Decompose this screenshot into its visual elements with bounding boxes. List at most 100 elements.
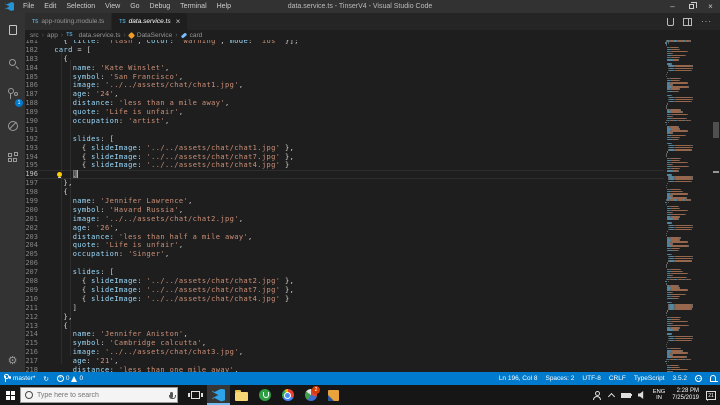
- microphone-icon[interactable]: [168, 392, 176, 399]
- code-line-202[interactable]: 202 age: '26',: [25, 224, 664, 233]
- code-line-198[interactable]: 198 {: [25, 188, 664, 197]
- code-line-213[interactable]: 213 {: [25, 322, 664, 331]
- sidebar-item-source-control[interactable]: 1: [0, 79, 25, 109]
- code-line-197[interactable]: 197 },: [25, 179, 664, 188]
- code-line-200[interactable]: 200 symbol: 'Havard Russia',: [25, 206, 664, 215]
- code-line-193[interactable]: 193 { slideImage: '../../assets/chat/cha…: [25, 144, 664, 153]
- status-item-5[interactable]: 3.5.2: [669, 372, 691, 385]
- status-item-3[interactable]: CRLF: [605, 372, 630, 385]
- code-line-208[interactable]: 208 { slideImage: '../../assets/chat/cha…: [25, 277, 664, 286]
- code-line-188[interactable]: 188 distance: 'less than a mile away',: [25, 99, 664, 108]
- code-line-212[interactable]: 212 },: [25, 313, 664, 322]
- status-item-0[interactable]: Ln 196, Col 8: [495, 372, 542, 385]
- code-line-191[interactable]: 191: [25, 126, 664, 135]
- code-line-186[interactable]: 186 image: '../../assets/chat/chat1.jpg'…: [25, 81, 664, 90]
- sidebar-item-explorer[interactable]: [0, 15, 25, 45]
- split-editor-icon[interactable]: [683, 17, 692, 26]
- code-line-206[interactable]: 206: [25, 259, 664, 268]
- code-line-201[interactable]: 201 image: '../../assets/chat/chat2.jpg'…: [25, 215, 664, 224]
- restore-button[interactable]: [682, 0, 701, 13]
- scrollbar-thumb[interactable]: [713, 122, 719, 138]
- code-line-189[interactable]: 189 quote: 'Life is unfair',: [25, 108, 664, 117]
- menu-terminal[interactable]: Terminal: [175, 0, 211, 13]
- taskbar-app-vscode[interactable]: [207, 385, 230, 405]
- hidden-icons-chevron-icon[interactable]: [607, 392, 615, 401]
- status-item-2[interactable]: UTF-8: [578, 372, 604, 385]
- code-line-204[interactable]: 204 quote: 'Life is unfair',: [25, 241, 664, 250]
- code-line-187[interactable]: 187 age: '24',: [25, 90, 664, 99]
- taskbar-app-file-explorer[interactable]: [230, 385, 253, 405]
- people-icon[interactable]: [593, 391, 602, 400]
- battery-icon[interactable]: [620, 392, 633, 398]
- menu-file[interactable]: File: [18, 0, 39, 13]
- breadcrumb-src[interactable]: src: [30, 32, 39, 39]
- settings-button[interactable]: ⚙: [0, 352, 25, 368]
- notifications-bell[interactable]: [706, 372, 720, 385]
- git-branch-status[interactable]: master*: [0, 372, 39, 385]
- code-line-209[interactable]: 209 { slideImage: '../../assets/chat/cha…: [25, 286, 664, 295]
- sidebar-item-debug[interactable]: [0, 111, 25, 141]
- taskbar-search[interactable]: [20, 387, 178, 403]
- breadcrumb-symbol[interactable]: card: [190, 32, 203, 39]
- code-line-216[interactable]: 216 image: '../../assets/chat/chat3.jpg'…: [25, 348, 664, 357]
- code-editor[interactable]: 181 { title: 'flash', color: 'warning', …: [25, 40, 720, 372]
- code-line-217[interactable]: 217 age: '21',: [25, 357, 664, 366]
- task-view-button[interactable]: [184, 385, 207, 405]
- tab-close-icon[interactable]: ×: [176, 17, 181, 26]
- code-line-214[interactable]: 214 name: 'Jennifer Aniston',: [25, 330, 664, 339]
- sidebar-item-search[interactable]: [0, 47, 25, 77]
- code-line-183[interactable]: 183 {: [25, 55, 664, 64]
- language-indicator[interactable]: ENG IN: [653, 389, 666, 402]
- sync-button[interactable]: ↻: [39, 372, 52, 385]
- tab-data-service[interactable]: TS data.service.ts ×: [112, 13, 188, 30]
- speaker-icon[interactable]: [637, 391, 644, 399]
- breadcrumb-file[interactable]: data.service.ts: [79, 32, 121, 39]
- status-item-1[interactable]: Spaces: 2: [541, 372, 578, 385]
- start-button[interactable]: [0, 385, 20, 405]
- breadcrumb-app[interactable]: app: [47, 32, 58, 39]
- taskbar-app-green-circle[interactable]: [253, 385, 276, 405]
- taskbar-app-orange[interactable]: [322, 385, 345, 405]
- menu-go[interactable]: Go: [125, 0, 144, 13]
- close-button[interactable]: ×: [701, 0, 720, 13]
- feedback-smiley[interactable]: [691, 372, 706, 385]
- line-number: 184: [25, 63, 38, 72]
- clock[interactable]: 2:28 PM 7/25/2019: [672, 388, 699, 402]
- code-line-192[interactable]: 192 slides: [: [25, 135, 664, 144]
- code-line-211[interactable]: 211 ]: [25, 304, 664, 313]
- code-line-199[interactable]: 199 name: 'Jennifer Lawrence',: [25, 197, 664, 206]
- sidebar-item-extensions[interactable]: [0, 143, 25, 173]
- code-line-215[interactable]: 215 symbol: 'Cambridge calcutta',: [25, 339, 664, 348]
- tab-app-routing-module[interactable]: TS app-routing.module.ts: [25, 13, 112, 30]
- code-line-194[interactable]: 194 { slideImage: '../../assets/chat/cha…: [25, 153, 664, 162]
- code-line-195[interactable]: 195 { slideImage: '../../assets/chat/cha…: [25, 161, 664, 170]
- lightbulb-icon[interactable]: [57, 171, 62, 179]
- minimap[interactable]: [664, 40, 712, 372]
- menu-debug[interactable]: Debug: [145, 0, 176, 13]
- menu-selection[interactable]: Selection: [61, 0, 100, 13]
- minimize-button[interactable]: –: [663, 0, 682, 13]
- menu-view[interactable]: View: [100, 0, 125, 13]
- line-number: 190: [25, 117, 38, 126]
- taskbar-app-badged[interactable]: 2: [299, 385, 322, 405]
- status-item-4[interactable]: TypeScript: [630, 372, 669, 385]
- problems-status[interactable]: × 0 0: [53, 372, 87, 385]
- code-line-184[interactable]: 184 name: 'Kate Winslet',: [25, 64, 664, 73]
- code-line-203[interactable]: 203 distance: 'less than half a mile awa…: [25, 233, 664, 242]
- code-line-182[interactable]: 182 card = [: [25, 46, 664, 55]
- menu-help[interactable]: Help: [212, 0, 236, 13]
- code-line-196[interactable]: 196 ]: [25, 170, 664, 179]
- editor-scrollbar[interactable]: [712, 40, 720, 372]
- more-actions-icon[interactable]: ···: [701, 17, 712, 25]
- code-line-185[interactable]: 185 symbol: 'San Francisco',: [25, 73, 664, 82]
- code-line-190[interactable]: 190 occupation: 'artist',: [25, 117, 664, 126]
- code-line-210[interactable]: 210 { slideImage: '../../assets/chat/cha…: [25, 295, 664, 304]
- menu-edit[interactable]: Edit: [39, 0, 61, 13]
- breadcrumb-class[interactable]: DataService: [137, 32, 172, 39]
- taskbar-app-chrome[interactable]: [276, 385, 299, 405]
- action-center-icon[interactable]: 21: [706, 390, 716, 401]
- open-changes-icon[interactable]: [667, 17, 674, 26]
- code-line-207[interactable]: 207 slides: [: [25, 268, 664, 277]
- code-line-205[interactable]: 205 occupation: 'Singer',: [25, 250, 664, 259]
- search-input[interactable]: [37, 391, 147, 399]
